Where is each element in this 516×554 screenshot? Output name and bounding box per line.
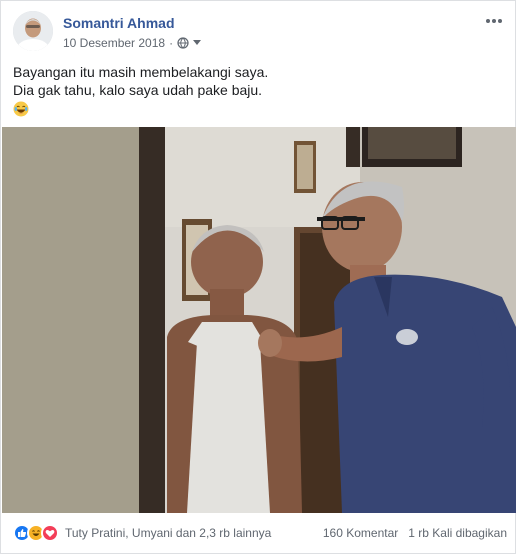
author-avatar[interactable] [13, 11, 53, 51]
privacy-dropdown-chevron-icon[interactable] [193, 40, 202, 46]
reaction-names[interactable]: Tuty Pratini, Umyani dan 2,3 rb lainnya [65, 526, 271, 540]
author-name[interactable]: Somantri Ahmad [63, 15, 175, 31]
post-text-line: Dia gak tahu, kalo saya udah pake baju. [13, 82, 263, 98]
thumbs-up-icon [18, 529, 27, 537]
meta-separator: · [169, 36, 174, 50]
photo-illustration [2, 127, 516, 513]
post-header: Somantri Ahmad 10 Desember 2018 · [13, 11, 505, 55]
heart-icon [45, 529, 55, 537]
more-dot-icon [492, 19, 496, 23]
post-text-line: Bayangan itu masih membelakangi saya. [13, 64, 269, 80]
globe-icon[interactable] [177, 37, 189, 49]
comment-count[interactable]: 160 Komentar [323, 526, 398, 540]
post-footer: Tuty Pratini, Umyani dan 2,3 rb lainnya … [13, 519, 507, 547]
reaction-icons[interactable] [13, 524, 59, 542]
post-photo[interactable] [2, 127, 516, 513]
laughing-emoji-icon [13, 101, 29, 117]
post-text: Bayangan itu masih membelakangi saya. Di… [13, 63, 503, 121]
share-count[interactable]: 1 rb Kali dibagikan [408, 526, 507, 540]
post-date[interactable]: 10 Desember 2018 [63, 36, 165, 50]
love-reaction-icon[interactable] [41, 524, 59, 542]
more-options-button[interactable] [483, 13, 505, 29]
more-dot-icon [486, 19, 490, 23]
more-dot-icon [498, 19, 502, 23]
avatar-image [13, 11, 53, 51]
post-meta: 10 Desember 2018 · [63, 36, 202, 50]
engagement-counts: 160 Komentar 1 rb Kali dibagikan [323, 526, 507, 540]
facebook-post: Somantri Ahmad 10 Desember 2018 · Bayang… [0, 0, 516, 554]
